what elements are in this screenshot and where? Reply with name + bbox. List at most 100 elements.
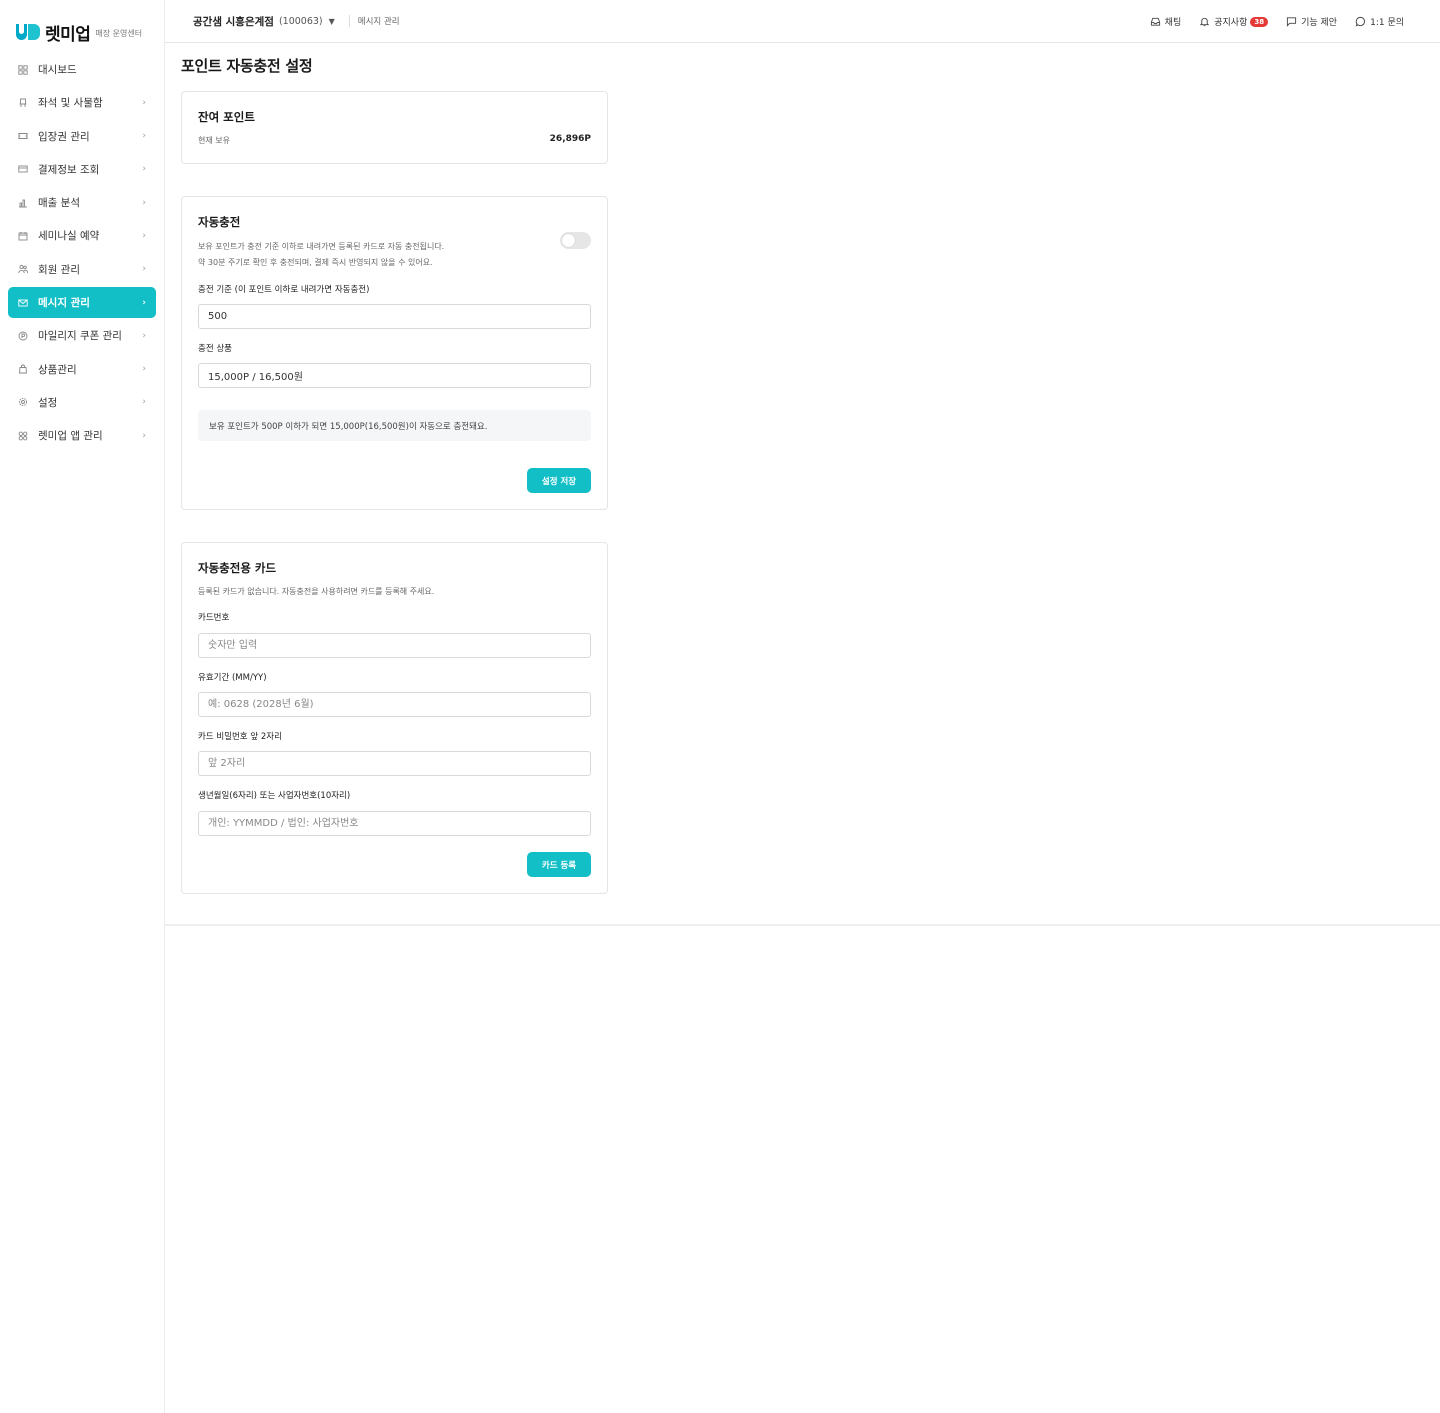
sidebar-item-label: 상품관리 [38,363,77,376]
seat-icon [18,98,28,108]
sidebar-item-label: 마일리지 쿠폰 관리 [38,330,122,343]
chevron-right-icon: › [142,297,146,308]
coin-icon [18,331,28,341]
sidebar-item-8[interactable]: 메시지 관리 › [8,287,156,319]
sidebar-item-label: 입장권 관리 [38,130,90,143]
sidebar-item-7[interactable]: 회원 관리 › [8,254,156,285]
sidebar-nav: 대시보드 좌석 및 사물함 › 입장권 관리 › 결제정보 조회 › 매출 분석 › 세미나실 예… [0,54,164,451]
sidebar-item-3[interactable]: 입장권 관리 › [8,121,156,152]
chevron-right-icon: › [142,230,146,241]
card-password-label: 카드 비밀번호 앞 2자리 [198,732,282,742]
notice-badge: 38 [1250,16,1269,27]
autocharge-title: 자동충전 [198,215,241,229]
product-select[interactable] [198,363,591,388]
product-label: 충전 상품 [198,344,232,354]
sidebar-item-5[interactable]: 매출 분석 › [8,187,156,218]
card-password-input[interactable] [198,751,591,776]
notice-link[interactable]: 공지사항 38 [1199,15,1269,28]
sidebar-item-10[interactable]: 상품관리 › [8,354,156,385]
sidebar-item-label: 대시보드 [38,64,77,76]
autocharge-desc-2: 약 30분 주기로 확인 후 충전되며, 결제 즉시 반영되지 않을 수 있어요… [198,258,433,267]
message-square-icon [1286,16,1297,27]
chevron-right-icon: › [142,197,146,208]
chevron-right-icon: › [142,364,146,375]
store-id: (100063) [278,15,323,27]
expiry-label: 유효기간 (MM/YY) [198,673,267,683]
dashboard-icon [18,64,28,75]
suggest-label: 기능 제안 [1301,18,1338,28]
caret-down-icon[interactable]: ▼ [329,17,335,26]
sidebar-item-label: 설정 [38,396,58,409]
autocharge-desc-1: 보유 포인트가 충전 기준 이하로 내려가면 등록된 카드로 자동 충전됩니다. [198,242,445,251]
inquiry-link[interactable]: 1:1 문의 [1355,15,1404,28]
card-section-title: 자동충전용 카드 [198,561,277,575]
birth-label: 생년월일(6자리) 또는 사업자번호(10자리) [198,791,351,801]
chevron-right-icon: › [142,164,146,175]
chat-label: 채팅 [1164,18,1182,28]
notice-label: 공지사항 [1214,18,1248,28]
balance-label: 현재 보유 [198,136,230,145]
expiry-input[interactable] [198,692,591,717]
autocharge-toggle[interactable] [560,232,591,249]
sidebar-item-label: 세미나실 예약 [38,230,100,243]
card-registration-card: 자동충전용 카드 등록된 카드가 없습니다. 자동충전을 사용하려면 카드를 등… [181,542,608,894]
mail-icon [18,298,28,308]
sidebar-item-label: 회원 관리 [38,263,80,276]
chart-icon [18,198,28,208]
bag-icon [18,364,28,374]
apps-icon [18,431,28,441]
chat-link[interactable]: 채팅 [1150,15,1182,28]
store-selector[interactable]: 공간샘 시흥은계점 [193,14,274,29]
sidebar-item-label: 메시지 관리 [38,297,90,310]
sidebar-item-1[interactable]: 대시보드 [8,54,156,85]
chevron-right-icon: › [142,131,146,142]
main-content: 포인트 자동충전 설정 잔여 포인트 현재 보유 26,896P 자동충전 보유… [165,43,1440,926]
ticket-icon [18,131,28,141]
breadcrumb-divider [348,15,350,27]
logo-icon [16,24,40,40]
bell-icon [1199,16,1210,27]
message-circle-icon [1355,16,1366,27]
chevron-right-icon: › [142,97,146,108]
chevron-right-icon: › [142,330,146,341]
save-settings-button[interactable]: 설정 저장 [527,468,591,493]
inquiry-label: 1:1 문의 [1370,18,1404,28]
gear-icon [18,397,28,407]
threshold-input[interactable] [198,304,591,329]
top-links: 채팅 공지사항 38 기능 제안 1:1 문의 [1132,0,1404,43]
balance-value: 26,896P [549,134,591,144]
autocharge-card: 자동충전 보유 포인트가 충전 기준 이하로 내려가면 등록된 카드로 자동 충… [181,196,608,510]
brand-name: 렛미업 [45,24,91,45]
sidebar-item-label: 좌석 및 사물함 [38,97,103,110]
balance-card: 잔여 포인트 현재 보유 26,896P [181,91,608,164]
inbox-icon [1150,16,1161,27]
register-card-button[interactable]: 카드 등록 [527,852,591,877]
sidebar-item-4[interactable]: 결제정보 조회 › [8,154,156,185]
sidebar-item-label: 결제정보 조회 [38,163,100,176]
sidebar-item-label: 렛미업 앱 관리 [38,430,103,443]
autocharge-info: 보유 포인트가 500P 이하가 되면 15,000P(16,500원)이 자동… [198,410,591,441]
chevron-right-icon: › [142,264,146,275]
suggest-link[interactable]: 기능 제안 [1286,15,1337,28]
sidebar-item-11[interactable]: 설정 › [8,387,156,418]
sidebar-item-label: 매출 분석 [38,197,80,210]
card-number-label: 카드번호 [198,613,230,623]
topbar: 공간샘 시흥은계점 (100063) ▼ 메시지 관리 채팅 공지사항 38 기… [165,0,1440,43]
page-title: 포인트 자동충전 설정 [181,57,313,75]
sidebar-item-9[interactable]: 마일리지 쿠폰 관리 › [8,320,156,351]
sidebar-item-2[interactable]: 좌석 및 사물함 › [8,87,156,118]
brand-subtitle: 매장 운영센터 [95,29,143,38]
chevron-right-icon: › [142,397,146,408]
card-number-input[interactable] [198,633,591,658]
sidebar-item-6[interactable]: 세미나실 예약 › [8,220,156,251]
balance-title: 잔여 포인트 [198,110,255,124]
users-icon [18,264,28,274]
chevron-right-icon: › [142,430,146,441]
threshold-label: 충전 기준 (이 포인트 이하로 내려가면 자동충전) [198,285,370,295]
card-icon [18,164,28,174]
card-section-desc: 등록된 카드가 없습니다. 자동충전을 사용하려면 카드를 등록해 주세요. [198,587,435,596]
sidebar-item-12[interactable]: 렛미업 앱 관리 › [8,420,156,451]
breadcrumb: 메시지 관리 [357,17,400,27]
birth-input[interactable] [198,811,591,836]
calendar-icon [18,231,28,241]
